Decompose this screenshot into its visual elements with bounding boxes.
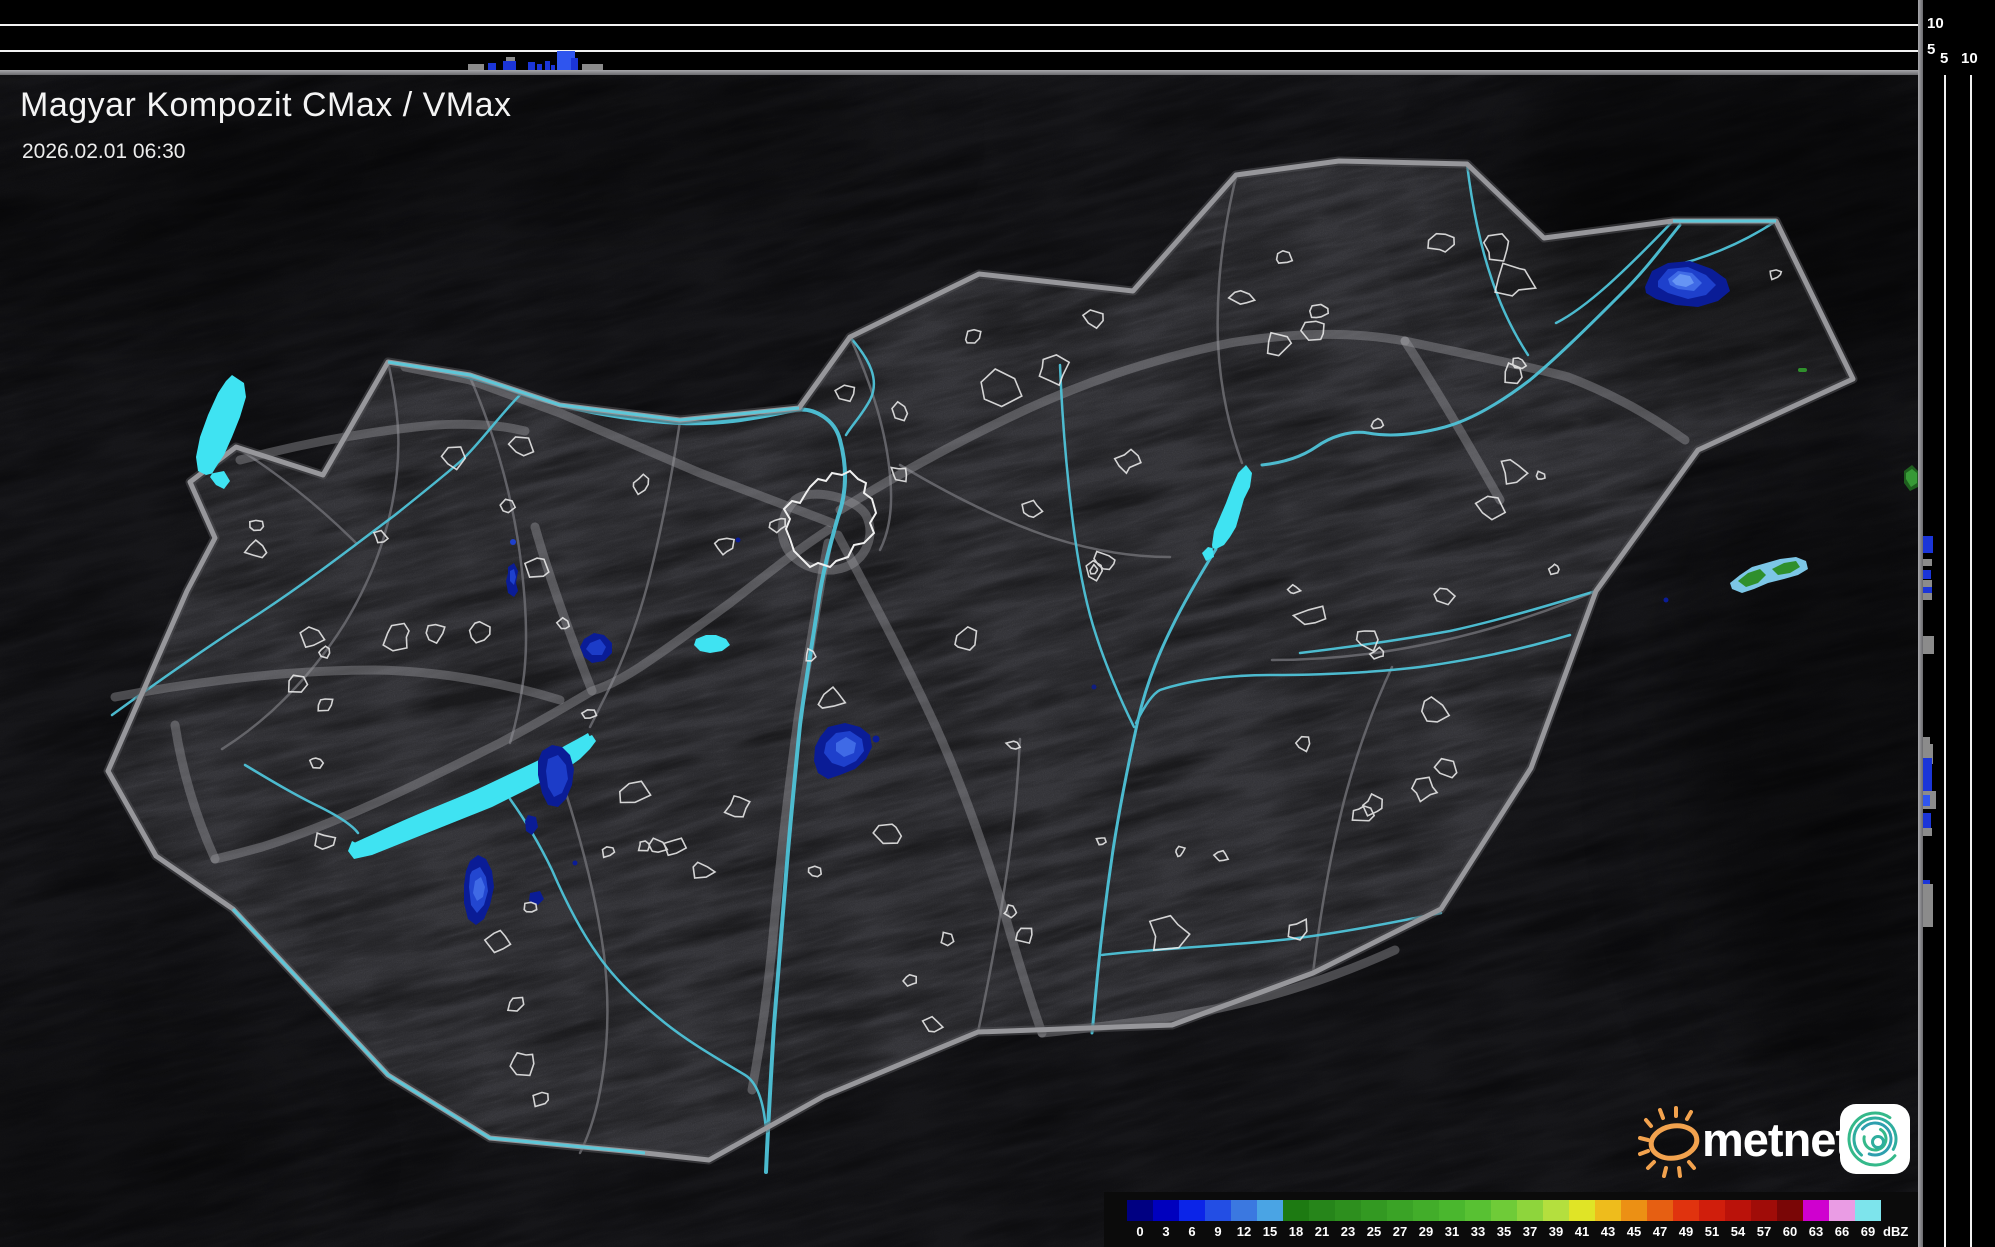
dbz-legend: 0 3 6 9 12 15 18 21 23 25 27 29 31 33 35 37 39 41 43 45 47 49…	[1104, 1192, 1918, 1247]
dbz-cell-66	[1829, 1200, 1855, 1221]
dbz-cell-18	[1283, 1200, 1309, 1221]
page-title: Magyar Kompozit CMax / VMax	[20, 86, 512, 124]
right-gridline-10km	[1970, 75, 1972, 1247]
dbz-cell-54	[1725, 1200, 1751, 1221]
dbz-cell-15	[1257, 1200, 1283, 1221]
radar-echo-dot-3	[1663, 597, 1669, 603]
dbz-cell-63	[1803, 1200, 1829, 1221]
dbz-cell-41	[1569, 1200, 1595, 1221]
dbz-cell-25	[1361, 1200, 1387, 1221]
top-profile-strip	[0, 0, 1918, 70]
dbz-cell-47	[1647, 1200, 1673, 1221]
timestamp: 2026.02.01 06:30	[22, 140, 186, 163]
dbz-cell-51	[1699, 1200, 1725, 1221]
dbz-cell-33	[1465, 1200, 1491, 1221]
dbz-cell-49	[1673, 1200, 1699, 1221]
logo-text: metnet	[1702, 1113, 1851, 1166]
right-gridline-5km	[1944, 75, 1946, 1247]
dbz-cell-37	[1517, 1200, 1543, 1221]
radar-map	[0, 75, 1918, 1247]
metnet-app-icon	[1840, 1104, 1910, 1174]
right-profile-strip	[1923, 0, 1995, 1247]
dbz-cell-9	[1205, 1200, 1231, 1221]
dbz-cell-69	[1855, 1200, 1881, 1221]
dbz-colorbar	[1127, 1200, 1881, 1221]
right-axis-label-5: 5	[1940, 50, 1949, 67]
dbz-cell-57	[1751, 1200, 1777, 1221]
sun-icon	[1638, 1106, 1700, 1178]
top-axis-label-5: 5	[1927, 41, 1936, 58]
dbz-cell-6	[1179, 1200, 1205, 1221]
dbz-cell-45	[1621, 1200, 1647, 1221]
dbz-cell-29	[1413, 1200, 1439, 1221]
dbz-cell-23	[1335, 1200, 1361, 1221]
horizontal-separator	[0, 70, 1995, 75]
dbz-cell-12	[1231, 1200, 1257, 1221]
radar-echo-dot-2	[1091, 684, 1097, 690]
dbz-cell-39	[1543, 1200, 1569, 1221]
right-axis-label-10: 10	[1961, 50, 1978, 67]
radar-screenshot: 10 5 5 10 Magyar Kompozit CMax / VMax 20…	[0, 0, 1995, 1247]
top-gridline-5km	[0, 50, 1918, 52]
dbz-cell-35	[1491, 1200, 1517, 1221]
top-gridline-10km	[0, 24, 1918, 26]
vertical-separator	[1918, 0, 1923, 1247]
dbz-cell-31	[1439, 1200, 1465, 1221]
dbz-cell-60	[1777, 1200, 1803, 1221]
dbz-cell-0	[1127, 1200, 1153, 1221]
radar-echo-dot-1	[735, 537, 741, 543]
dbz-cell-43	[1595, 1200, 1621, 1221]
dbz-cell-3	[1153, 1200, 1179, 1221]
top-axis-label-10: 10	[1927, 15, 1944, 32]
dbz-cell-27	[1387, 1200, 1413, 1221]
dbz-cell-21	[1309, 1200, 1335, 1221]
dbz-labels: 0 3 6 9 12 15 18 21 23 25 27 29 31 33 35 37 39 41 43 45 47 49…	[1136, 1224, 1909, 1239]
metnet-logo: metnet	[1636, 1098, 1916, 1184]
